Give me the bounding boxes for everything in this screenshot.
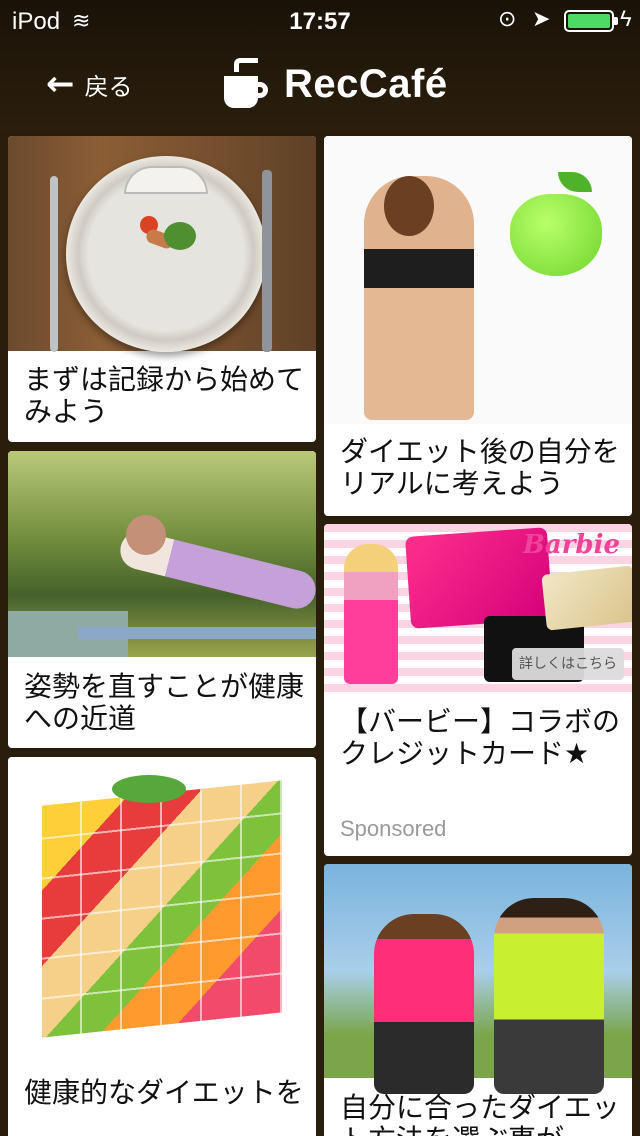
woman-apple-photo (324, 136, 632, 424)
broccoli-shape (164, 222, 196, 250)
barbie-logo: Barbie (522, 530, 620, 560)
barbie-doll-shape (344, 544, 398, 684)
ad-title: 【バービー】コラボのクレジットカード★ (340, 705, 621, 770)
mint-leaf-shape (112, 775, 186, 803)
article-card[interactable]: ダイエット後の自分をリアルに考えよう (324, 136, 632, 516)
cup-body (224, 76, 258, 108)
brand-logo: RecCafé (224, 56, 448, 112)
yogi-head-shape (126, 515, 166, 555)
knife-shape (262, 170, 272, 352)
article-title: 健康的なダイエットを (24, 1076, 304, 1109)
brand-name: RecCafé (284, 61, 448, 106)
details-button[interactable]: 詳しくはこちら (512, 648, 624, 680)
status-bar: iPod ≋ 17:57 ⊙ ➤ ϟ (0, 0, 640, 40)
article-title: ダイエット後の自分をリアルに考えよう (340, 435, 620, 500)
gold-credit-card (541, 565, 632, 631)
battery-icon (564, 10, 618, 32)
location-icon: ➤ (532, 6, 551, 31)
article-title: 姿勢を直すことが健康への近道 (24, 670, 305, 735)
apple-icon (510, 194, 602, 276)
runner-man-shape (494, 898, 604, 1094)
plate-with-scale-photo (8, 136, 316, 352)
fork-shape (50, 176, 58, 352)
apple-leaf-shape (558, 172, 592, 192)
yoga-mat-shape (78, 627, 316, 639)
barbie-credit-card-ad: Barbie 詳しくはこちら (324, 524, 632, 692)
sponsored-card[interactable]: Barbie 詳しくはこちら 【バービー】コラボのクレジットカード★ Spons… (324, 524, 632, 856)
article-card[interactable]: 自分に合ったダイエット方法を選ぶ事が (324, 864, 632, 1136)
article-card[interactable]: まずは記録から始めてみよう (8, 136, 316, 442)
battery-nub (614, 17, 618, 25)
back-label: 戻る (84, 72, 133, 101)
runner-woman-shape (374, 914, 474, 1094)
fruit-cube-photo (8, 757, 316, 1057)
woman-head (384, 176, 434, 236)
back-arrow-icon: ← (46, 64, 75, 104)
orientation-lock-icon: ⊙ (498, 6, 517, 31)
battery-fill (568, 14, 610, 28)
article-card[interactable]: 健康的なダイエットを (8, 757, 316, 1136)
fruit-cube-shape (42, 780, 282, 1038)
article-card[interactable]: 姿勢を直すことが健康への近道 (8, 451, 316, 748)
app-header: iPod ≋ 17:57 ⊙ ➤ ϟ ← 戻る RecCafé (0, 0, 640, 132)
yoga-outdoor-photo (8, 451, 316, 657)
back-button[interactable]: ← 戻る (46, 64, 133, 104)
cup-handle (254, 82, 268, 98)
couple-running-photo (324, 864, 632, 1094)
scale-dial (124, 166, 208, 194)
cup-steam (234, 58, 258, 72)
article-title: まずは記録から始めてみよう (24, 363, 305, 428)
coffee-cup-icon (224, 58, 270, 110)
charging-bolt-icon: ϟ (620, 6, 632, 31)
sponsored-label: Sponsored (340, 816, 447, 841)
article-title: 自分に合ったダイエット方法を選ぶ事が (340, 1091, 620, 1136)
